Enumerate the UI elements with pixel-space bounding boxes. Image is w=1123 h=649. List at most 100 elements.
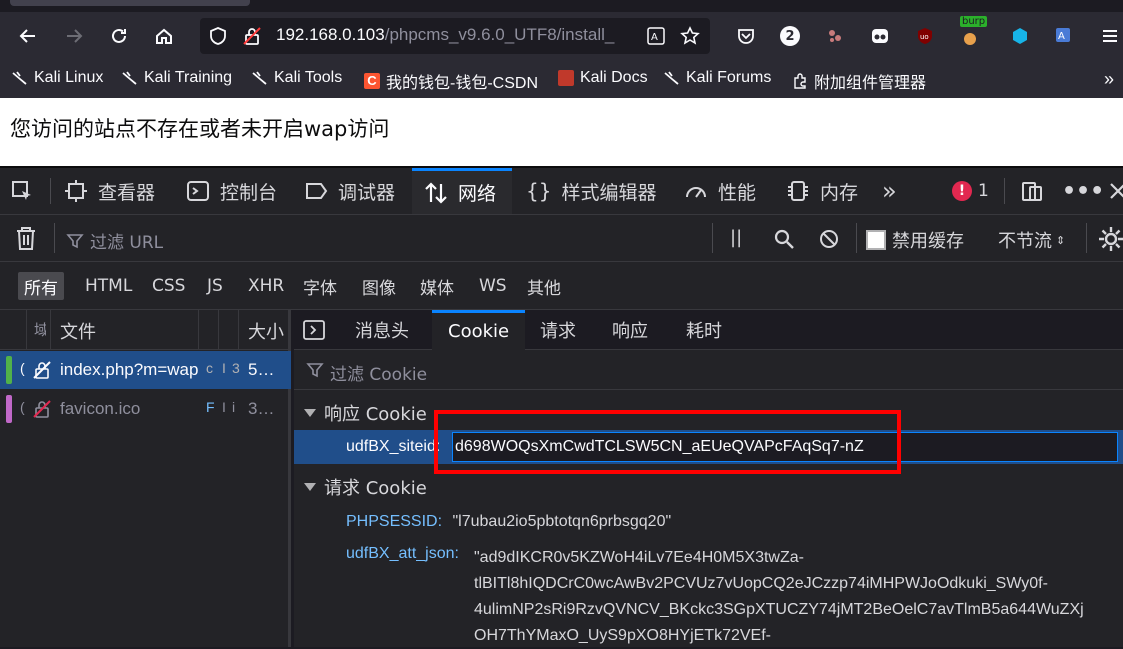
forward-icon[interactable] (60, 22, 88, 50)
insecure-lock-icon (33, 400, 51, 418)
cookie-filter-input[interactable]: 过滤 Cookie (294, 350, 1123, 390)
shield-icon[interactable] (204, 22, 232, 50)
bookmark-addons-manager[interactable]: 附加组件管理器 (792, 69, 926, 93)
bookmark-kali-linux[interactable]: Kali Linux (12, 69, 103, 87)
cube-extension-icon[interactable] (1006, 22, 1034, 50)
tab-inspector[interactable]: 查看器 (64, 168, 155, 214)
status-indicator (6, 395, 12, 423)
tab-timings[interactable]: 耗时 (670, 310, 738, 350)
block-icon[interactable] (818, 228, 840, 254)
kali-dragon-icon (122, 71, 137, 85)
tab-request[interactable]: 请求 (524, 310, 592, 350)
close-devtools-icon[interactable] (1106, 168, 1123, 214)
error-indicator[interactable]: ! 1 (952, 168, 989, 214)
request-cookies-header[interactable]: 请求 Cookie (304, 474, 427, 500)
bookmark-star-icon[interactable] (676, 22, 704, 50)
response-cookies-header[interactable]: 响应 Cookie (304, 400, 427, 426)
cookie-name: udfBX_siteid: (346, 438, 441, 455)
type-media[interactable]: 媒体 (414, 272, 460, 300)
active-tab[interactable] (10, 0, 250, 6)
type-fonts[interactable]: 字体 (297, 272, 343, 300)
bookmarks-overflow-icon[interactable]: » (1104, 69, 1114, 90)
kali-dragon-icon (12, 71, 27, 85)
request-row[interactable]: ( index.php?m=wap c I 3 5… (0, 351, 291, 389)
tab-network[interactable]: 网络 (412, 168, 512, 214)
devtools-toolbar: 查看器 控制台 调试器 网络 {} 样式编辑器 性能 内存 » ! 1 ••• (0, 166, 1123, 214)
type-other[interactable]: 其他 (521, 272, 567, 300)
request-cookie-row[interactable]: udfBX_att_json: (346, 545, 459, 563)
method-glyph: ( (20, 360, 25, 376)
column-size[interactable]: 大小 (248, 318, 284, 344)
request-row[interactable]: ( favicon.ico F I i 3… (0, 390, 291, 428)
braces-icon: {} (526, 179, 552, 203)
translate-extension-icon[interactable]: A (1050, 22, 1078, 50)
network-filter-bar: 过滤 URL || 禁用缓存 不节流 ⇕ (0, 214, 1123, 262)
type-images[interactable]: 图像 (356, 272, 402, 300)
request-type-filters: 所有 HTML CSS JS XHR 字体 图像 媒体 WS 其他 (0, 262, 1123, 310)
url-filter-input[interactable]: 过滤 URL (66, 228, 163, 253)
trash-icon[interactable] (14, 225, 38, 255)
toggle-sidebar-icon[interactable] (302, 319, 326, 346)
mask-extension-icon[interactable] (866, 22, 894, 50)
ublock-icon[interactable]: uo (911, 22, 939, 50)
tab-memory[interactable]: 内存 (786, 168, 858, 214)
detail-tabs: 消息头 Cookie 请求 响应 耗时 (294, 310, 1123, 350)
bookmark-csdn[interactable]: C 我的钱包-钱包-CSDN (364, 69, 538, 93)
home-icon[interactable] (150, 22, 178, 50)
reload-icon[interactable] (105, 22, 133, 50)
type-xhr[interactable]: XHR (242, 272, 290, 300)
bookmark-label: Kali Docs (580, 69, 648, 86)
column-domain[interactable]: 域 (34, 319, 46, 340)
burp-extension-icon[interactable]: burp (956, 16, 988, 50)
bookmark-kali-docs[interactable]: Kali Docs (558, 69, 648, 87)
pocket-icon[interactable] (732, 22, 760, 50)
toolbar-divider (50, 178, 51, 204)
cookie-value-line: tlBITl8hIQDCrC0wcAwBv2PCVUz7vUopCQ2eJCzz… (474, 575, 1048, 592)
type-html[interactable]: HTML (79, 272, 138, 300)
type-js[interactable]: JS (201, 272, 229, 300)
tab-console[interactable]: 控制台 (186, 168, 277, 214)
back-icon[interactable] (14, 22, 42, 50)
tab-headers[interactable]: 消息头 (339, 310, 425, 350)
tab-cookies[interactable]: Cookie (432, 310, 526, 350)
type-css[interactable]: CSS (146, 272, 191, 300)
tab-debugger[interactable]: 调试器 (304, 168, 395, 214)
tab-label: 样式编辑器 (561, 181, 657, 204)
translate-icon[interactable]: A (642, 22, 670, 50)
column-divider (218, 310, 219, 350)
bookmark-label: 我的钱包-钱包-CSDN (386, 75, 538, 92)
bookmark-kali-forums[interactable]: Kali Forums (664, 69, 771, 87)
type-all[interactable]: 所有 (18, 272, 64, 300)
divider (856, 223, 857, 253)
section-title: 请求 Cookie (324, 478, 427, 499)
tab-label: 查看器 (98, 181, 156, 204)
url-bar[interactable]: 192.168.0.103/phpcms_v9.6.0_UTF8/install… (200, 18, 710, 54)
more-tabs-chevron-icon[interactable]: » (882, 168, 897, 214)
search-icon[interactable] (772, 227, 796, 255)
throttle-select[interactable]: 不节流 ⇕ (998, 227, 1065, 253)
svg-text:uo: uo (920, 33, 929, 41)
gauge-icon (686, 187, 706, 198)
responsive-design-icon[interactable] (1020, 168, 1044, 214)
element-picker-icon[interactable] (10, 168, 34, 214)
extension-dots-icon[interactable] (821, 22, 849, 50)
type-ws[interactable]: WS (473, 272, 513, 300)
settings-gear-icon[interactable] (1098, 226, 1123, 256)
tab-response[interactable]: 响应 (596, 310, 664, 350)
tab-style-editor[interactable]: {} 样式编辑器 (526, 168, 656, 214)
url-text[interactable]: 192.168.0.103/phpcms_v9.6.0_UTF8/install… (276, 25, 636, 45)
request-cookie-row[interactable]: PHPSESSID: "l7ubau2io5pbtotqn6prbsgq20" (346, 513, 671, 531)
pause-icon[interactable]: || (730, 227, 742, 248)
more-options-icon[interactable]: ••• (1062, 168, 1104, 214)
menu-icon[interactable] (1096, 22, 1123, 50)
cookie-name: udfBX_att_json: (346, 545, 459, 562)
disable-cache-checkbox[interactable]: 禁用缓存 (866, 227, 964, 253)
tab-performance[interactable]: 性能 (684, 168, 756, 214)
insecure-lock-icon[interactable] (238, 22, 266, 50)
cookie-value-line: 4ulimNP2sRi9RzvQVNCV_BKckc3SGpXTUCZY74jM… (474, 601, 1084, 618)
bookmark-kali-tools[interactable]: Kali Tools (252, 69, 342, 87)
column-file[interactable]: 文件 (60, 318, 96, 344)
bookmark-label: Kali Training (144, 69, 233, 86)
badge-icon[interactable]: 2 (776, 22, 804, 50)
bookmark-kali-training[interactable]: Kali Training (122, 69, 232, 87)
